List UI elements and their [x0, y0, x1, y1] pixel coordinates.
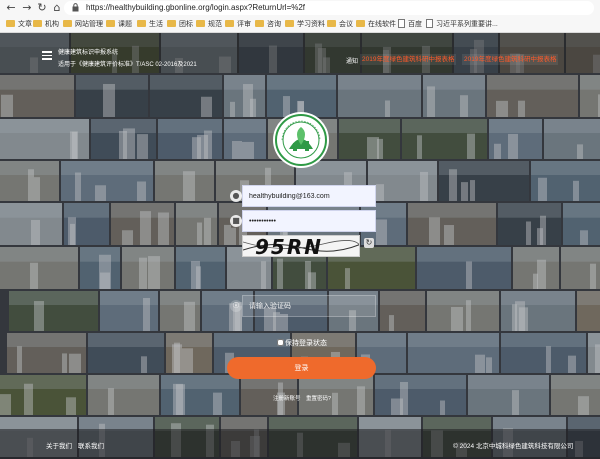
bookmark-item[interactable]: 规范: [196, 19, 222, 30]
bookmark-item[interactable]: 在线软件: [356, 19, 396, 30]
captcha-code-input[interactable]: [242, 295, 376, 317]
remember-checkbox[interactable]: [277, 339, 284, 346]
captcha-text: 95RN: [255, 235, 323, 257]
bookmark-item[interactable]: 机构: [33, 19, 59, 30]
copyright: © 2024 北京中城科绿色建筑科技有限公司: [453, 443, 574, 450]
reload-icon[interactable]: ↻: [35, 1, 49, 15]
notice-link[interactable]: 2019年度绿色建筑科研中报表格: [360, 54, 457, 65]
bookmark-item[interactable]: 生活: [137, 19, 163, 30]
folder-icon: [63, 20, 72, 27]
folder-icon: [137, 20, 146, 27]
bookmark-item[interactable]: 网站管理: [63, 19, 103, 30]
bookmark-item[interactable]: 习近平系列重要讲...: [426, 19, 498, 30]
remember-label: 保持登录状态: [285, 340, 327, 347]
username-row: ●: [226, 185, 376, 207]
menu-icon[interactable]: [42, 51, 52, 60]
browser-chrome: ← → ↻ ⌂ https://healthybuilding.gbonline…: [0, 0, 600, 33]
login-button[interactable]: 登录: [227, 357, 376, 379]
bookmark-item[interactable]: 文章: [6, 19, 32, 30]
page-header: 健康建筑标识申报系统 适用于《健康建筑评价标准》T/ASC 02-2016及20…: [0, 33, 600, 73]
captcha-image[interactable]: 95RN: [242, 235, 360, 257]
login-page: 健康建筑标识申报系统 适用于《健康建筑评价标准》T/ASC 02-2016及20…: [0, 33, 600, 459]
folder-icon: [255, 20, 264, 27]
bookmark-item[interactable]: 学习资料: [285, 19, 325, 30]
folder-icon: [33, 20, 42, 27]
folder-icon: [285, 20, 294, 27]
url-text[interactable]: https://healthybuilding.gbonline.org/log…: [86, 2, 305, 13]
lock-icon: ■: [230, 215, 242, 227]
bookmark-item[interactable]: 百度: [398, 19, 422, 30]
password-input[interactable]: [242, 210, 376, 232]
contact-link[interactable]: 联系我们: [78, 440, 104, 450]
page-icon: [426, 19, 433, 28]
lock-icon: [72, 3, 79, 12]
folder-icon: [225, 20, 234, 27]
bookmark-item[interactable]: 团标: [167, 19, 193, 30]
about-link[interactable]: 关于我们: [46, 440, 72, 450]
notice-label: 通知: [346, 59, 359, 65]
folder-icon: [167, 20, 176, 27]
remember-me[interactable]: 保持登录状态: [277, 339, 327, 349]
login-form: ● ■ 95RN ↻ ☉ 保持登录状态 登录 注册新账号 重置密码?: [226, 183, 376, 402]
folder-icon: [106, 20, 115, 27]
folder-icon: [196, 20, 205, 27]
code-row: ☉: [226, 295, 376, 317]
paw-icon: [398, 19, 405, 28]
home-icon[interactable]: ⌂: [50, 1, 64, 15]
forgot-password-link[interactable]: 重置密码?: [306, 396, 331, 402]
key-icon: ☉: [230, 300, 242, 312]
bookmark-item[interactable]: 会议: [327, 19, 353, 30]
bookmark-item[interactable]: 课题: [106, 19, 132, 30]
notice-link[interactable]: 2019年度绿色建筑科研中报表格: [462, 54, 559, 65]
page-footer: 关于我们 联系我们 © 2024 北京中城科绿色建筑科技有限公司: [0, 429, 600, 459]
folder-icon: [356, 20, 365, 27]
folder-icon: [6, 20, 15, 27]
bookmark-item[interactable]: 评审: [225, 19, 251, 30]
healthy-building-logo: [273, 112, 329, 168]
account-links: 注册新账号 重置密码?: [273, 394, 335, 402]
bookmarks-bar: 文章 机构 网站管理 课题 生活 团标 规范 评审 咨询 学习资料 会议 在线软…: [0, 16, 600, 33]
forward-icon[interactable]: →: [20, 1, 34, 15]
site-standard: 适用于《健康建筑评价标准》T/ASC 02-2016及2021: [58, 62, 197, 68]
user-icon: ●: [230, 190, 242, 202]
site-name: 健康建筑标识申报系统: [58, 50, 119, 56]
refresh-icon[interactable]: ↻: [364, 238, 374, 248]
address-bar-row: ← → ↻ ⌂ https://healthybuilding.gbonline…: [0, 0, 600, 16]
back-icon[interactable]: ←: [4, 1, 18, 15]
username-input[interactable]: [242, 185, 376, 207]
bookmark-item[interactable]: 咨询: [255, 19, 281, 30]
register-link[interactable]: 注册新账号: [273, 396, 301, 402]
folder-icon: [327, 20, 336, 27]
password-row: ■: [226, 210, 376, 232]
